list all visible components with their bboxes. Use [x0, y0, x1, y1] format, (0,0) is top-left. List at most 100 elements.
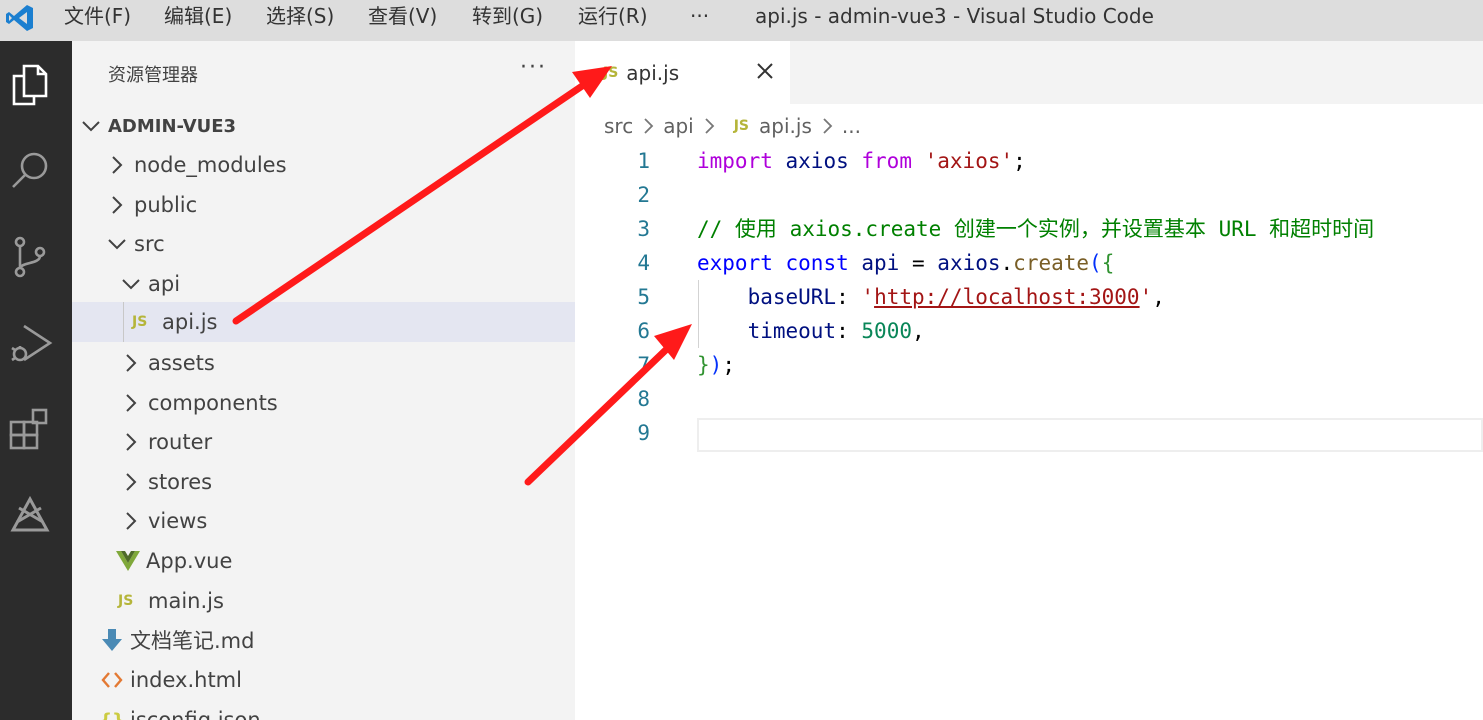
- tree-item-label: App.vue: [146, 549, 233, 573]
- tree-item-label: 文档笔记.md: [130, 629, 255, 653]
- code-line-7: });: [697, 353, 735, 377]
- tree-item-label: views: [148, 509, 208, 533]
- line-number: 3: [637, 217, 650, 241]
- chevron-right-icon: [126, 394, 137, 412]
- tree-item-label: api.js: [162, 310, 218, 334]
- chevron-right-icon: [112, 156, 123, 174]
- code-editor[interactable]: 1 2 3 4 5 6 7 8 9 import axios from 'axi…: [575, 144, 1483, 720]
- window-title: api.js - admin-vue3 - Visual Studio Code: [755, 4, 1154, 28]
- tree-item-notes-md[interactable]: 文档笔记.md: [72, 620, 575, 660]
- url-link[interactable]: http://localhost:3000: [874, 285, 1140, 309]
- code-line-4: export const api = axios.create({: [697, 251, 1115, 275]
- code-line-1: import axios from 'axios';: [697, 149, 1026, 173]
- js-file-icon: JS: [118, 593, 134, 609]
- current-line-highlight: [697, 418, 1483, 452]
- tree-item-index-html[interactable]: index.html: [72, 660, 575, 700]
- tree-item-node-modules[interactable]: node_modules: [72, 145, 575, 185]
- js-file-icon: JS: [132, 314, 148, 330]
- run-debug-icon[interactable]: [4, 317, 56, 369]
- tree-item-app-vue[interactable]: App.vue: [72, 541, 575, 581]
- explorer-sidebar: 资源管理器 ··· ADMIN-VUE3 node_modules public…: [72, 41, 575, 720]
- breadcrumb-src[interactable]: src: [604, 114, 633, 138]
- breadcrumb: src api JS api.js ...: [604, 112, 861, 140]
- activity-bar: [0, 41, 72, 720]
- line-number: 6: [637, 319, 650, 343]
- menu-edit[interactable]: 编辑(E): [164, 3, 232, 29]
- explorer-title: 资源管理器: [108, 65, 198, 86]
- menu-file[interactable]: 文件(F): [64, 3, 131, 29]
- menu-go[interactable]: 转到(G): [472, 3, 543, 29]
- chevron-down-icon: [108, 239, 126, 250]
- chevron-right-icon: [126, 354, 137, 372]
- tree-item-views[interactable]: views: [72, 501, 575, 541]
- chevron-right-icon: [126, 473, 137, 491]
- menu-more[interactable]: ···: [690, 3, 709, 29]
- close-icon[interactable]: [753, 59, 777, 83]
- json-file-icon: {}: [99, 709, 125, 720]
- chevron-right-icon: [126, 512, 137, 530]
- tree-item-stores[interactable]: stores: [72, 462, 575, 502]
- tree-item-api-folder[interactable]: api: [72, 264, 575, 304]
- tree-item-jsconfig-json[interactable]: {} jsconfig.json: [72, 700, 575, 720]
- chevron-right-icon: [823, 118, 833, 134]
- vue-file-icon: [116, 551, 140, 571]
- breadcrumb-more[interactable]: ...: [842, 114, 861, 138]
- chevron-right-icon: [126, 433, 137, 451]
- tree-item-label: node_modules: [134, 153, 287, 177]
- tree-item-label: components: [148, 391, 278, 415]
- tree-item-assets[interactable]: assets: [72, 343, 575, 383]
- title-bar: 文件(F) 编辑(E) 选择(S) 查看(V) 转到(G) 运行(R) ··· …: [0, 0, 1483, 41]
- search-icon[interactable]: [4, 145, 56, 197]
- tree-item-main-js[interactable]: JS main.js: [72, 581, 575, 621]
- tab-api-js[interactable]: JS api.js: [575, 41, 790, 104]
- breadcrumb-api[interactable]: api: [663, 114, 694, 138]
- line-number: 2: [637, 183, 650, 207]
- tree-item-label: assets: [148, 351, 215, 375]
- tree-item-public[interactable]: public: [72, 185, 575, 225]
- line-number: 1: [637, 149, 650, 173]
- chevron-right-icon: [705, 118, 714, 134]
- extensions-icon[interactable]: [4, 403, 56, 455]
- line-number: 7: [637, 353, 650, 377]
- code-line-6: timeout: 5000,: [747, 319, 925, 343]
- code-line-3: // 使用 axios.create 创建一个实例，并设置基本 URL 和超时时…: [697, 217, 1375, 241]
- tab-label: api.js: [626, 60, 680, 85]
- tree-item-label: index.html: [130, 668, 242, 692]
- editor-tab-bar: JS api.js: [575, 41, 1483, 104]
- tree-item-label: api: [148, 272, 181, 296]
- tree-item-label: router: [148, 430, 213, 454]
- extra-icon[interactable]: [4, 491, 56, 543]
- line-number: 5: [637, 285, 650, 309]
- tree-item-label: src: [134, 232, 165, 256]
- js-file-icon: JS: [603, 64, 619, 81]
- tree-item-label: stores: [148, 470, 213, 494]
- menu-view[interactable]: 查看(V): [368, 3, 437, 29]
- markdown-file-icon: [100, 629, 124, 651]
- tree-item-src[interactable]: src: [72, 224, 575, 264]
- menu-run[interactable]: 运行(R): [578, 3, 648, 29]
- tree-item-label: jsconfig.json: [130, 708, 261, 720]
- chevron-right-icon: [644, 118, 654, 134]
- tree-item-api-js[interactable]: JS api.js: [72, 302, 575, 342]
- js-file-icon: JS: [733, 118, 750, 134]
- tree-item-components[interactable]: components: [72, 383, 575, 423]
- tree-item-label: main.js: [148, 589, 224, 613]
- project-header[interactable]: ADMIN-VUE3: [80, 111, 236, 141]
- indent-guide: [123, 302, 124, 342]
- chevron-down-icon: [122, 279, 140, 290]
- tree-item-label: public: [134, 193, 198, 217]
- explorer-icon[interactable]: [4, 59, 56, 111]
- breadcrumb-file[interactable]: api.js: [759, 114, 812, 138]
- code-line-5: baseURL: 'http://localhost:3000',: [747, 285, 1165, 309]
- explorer-more-button[interactable]: ···: [520, 55, 547, 80]
- line-number: 8: [637, 387, 650, 411]
- chevron-down-icon: [82, 121, 100, 132]
- chevron-right-icon: [112, 196, 123, 214]
- tree-item-router[interactable]: router: [72, 422, 575, 462]
- html-file-icon: [100, 671, 124, 689]
- project-name: ADMIN-VUE3: [108, 115, 237, 137]
- source-control-icon[interactable]: [4, 231, 56, 283]
- menu-selection[interactable]: 选择(S): [266, 3, 334, 29]
- line-number: 9: [637, 421, 650, 445]
- vscode-logo-icon: [6, 5, 33, 31]
